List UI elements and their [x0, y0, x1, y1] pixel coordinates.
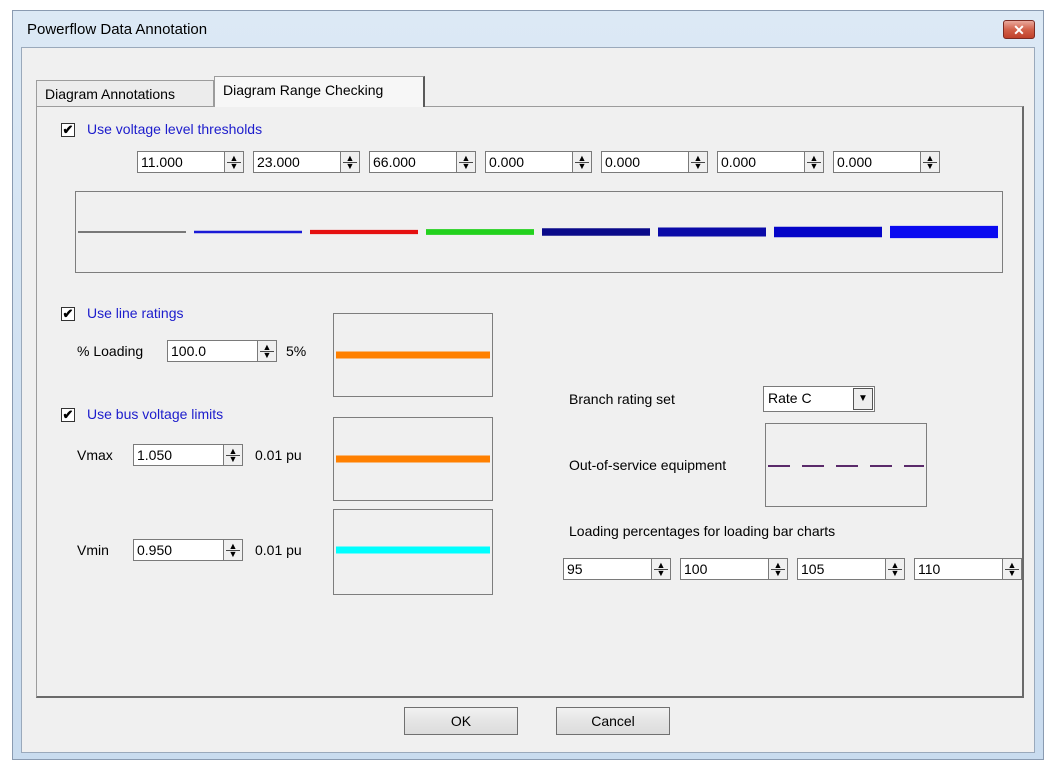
- spin-down-icon[interactable]: ▼: [260, 351, 274, 360]
- close-button[interactable]: ✕: [1003, 20, 1035, 39]
- line-rating-preview: [333, 313, 493, 397]
- voltage-threshold-4[interactable]: 0.000 ▲ ▼: [485, 151, 592, 173]
- voltage-threshold-7[interactable]: 0.000 ▲ ▼: [833, 151, 940, 173]
- spin-down-icon[interactable]: ▼: [888, 569, 902, 578]
- voltage-threshold-7-input[interactable]: 0.000: [833, 151, 920, 173]
- loading-pct-4-input[interactable]: 110: [914, 558, 1002, 580]
- vmax-preview: [333, 417, 493, 501]
- spin-down-icon[interactable]: ▼: [226, 455, 240, 464]
- loading-pct-2[interactable]: 100 ▲ ▼: [680, 558, 788, 580]
- spin-down-icon[interactable]: ▼: [807, 162, 821, 171]
- loading-input[interactable]: 100.0: [167, 340, 257, 362]
- vmin-input[interactable]: 0.950: [133, 539, 223, 561]
- loading-pct-3-spin-buttons[interactable]: ▲ ▼: [885, 558, 905, 580]
- loading-pct-1[interactable]: 95 ▲ ▼: [563, 558, 671, 580]
- branch-rating-set-label: Branch rating set: [569, 391, 675, 407]
- voltage-threshold-1[interactable]: 11.000 ▲ ▼: [137, 151, 244, 173]
- branch-rating-set-value: Rate C: [768, 390, 812, 406]
- out-of-service-preview: [765, 423, 927, 507]
- spin-down-icon[interactable]: ▼: [459, 162, 473, 171]
- voltage-threshold-3-spin-buttons[interactable]: ▲ ▼: [456, 151, 476, 173]
- loading-label: % Loading: [77, 343, 144, 359]
- voltage-threshold-4-input[interactable]: 0.000: [485, 151, 572, 173]
- vmax-step-label: 0.01 pu: [255, 447, 302, 463]
- ok-button[interactable]: OK: [404, 707, 518, 735]
- spin-down-icon[interactable]: ▼: [226, 550, 240, 559]
- spin-down-icon[interactable]: ▼: [575, 162, 589, 171]
- voltage-threshold-5[interactable]: 0.000 ▲ ▼: [601, 151, 708, 173]
- voltage-threshold-6-input[interactable]: 0.000: [717, 151, 804, 173]
- loading-pct-1-spin-buttons[interactable]: ▲ ▼: [651, 558, 671, 580]
- voltage-threshold-4-spin-buttons[interactable]: ▲ ▼: [572, 151, 592, 173]
- tab-diagram-range-checking[interactable]: Diagram Range Checking: [214, 76, 425, 107]
- spin-down-icon[interactable]: ▼: [227, 162, 241, 171]
- voltage-level-lines: [78, 225, 998, 239]
- chevron-down-icon[interactable]: ▼: [853, 388, 873, 410]
- voltage-thresholds-label[interactable]: Use voltage level thresholds: [87, 121, 262, 137]
- vmax-spin-buttons[interactable]: ▲ ▼: [223, 444, 243, 466]
- loading-pct-2-spin-buttons[interactable]: ▲ ▼: [768, 558, 788, 580]
- vmin-preview: [333, 509, 493, 595]
- cancel-button[interactable]: Cancel: [556, 707, 670, 735]
- loading-pct-3[interactable]: 105 ▲ ▼: [797, 558, 905, 580]
- vmax-input[interactable]: 1.050: [133, 444, 223, 466]
- bus-voltage-label[interactable]: Use bus voltage limits: [87, 406, 223, 422]
- out-of-service-label: Out-of-service equipment: [569, 457, 727, 473]
- dialog-window: Powerflow Data Annotation ✕ Diagram Anno…: [12, 10, 1044, 760]
- line-ratings-checkbox[interactable]: ✔: [61, 307, 75, 321]
- vmin-label: Vmin: [77, 542, 109, 558]
- voltage-threshold-5-input[interactable]: 0.000: [601, 151, 688, 173]
- spin-down-icon[interactable]: ▼: [343, 162, 357, 171]
- tab-diagram-annotations[interactable]: Diagram Annotations: [36, 80, 214, 106]
- voltage-threshold-2-input[interactable]: 23.000: [253, 151, 340, 173]
- loading-pct-3-input[interactable]: 105: [797, 558, 885, 580]
- loading-spinner[interactable]: 100.0 ▲ ▼: [167, 340, 277, 362]
- window-title: Powerflow Data Annotation: [27, 21, 208, 38]
- voltage-threshold-2-spin-buttons[interactable]: ▲ ▼: [340, 151, 360, 173]
- loading-pct-4[interactable]: 110 ▲ ▼: [914, 558, 1022, 580]
- voltage-level-preview: [75, 191, 1003, 273]
- spin-down-icon[interactable]: ▼: [923, 162, 937, 171]
- bus-voltage-checkbox[interactable]: ✔: [61, 408, 75, 422]
- vmin-spinner[interactable]: 0.950 ▲ ▼: [133, 539, 243, 561]
- voltage-threshold-3-input[interactable]: 66.000: [369, 151, 456, 173]
- voltage-thresholds-checkbox[interactable]: ✔: [61, 123, 75, 137]
- title-bar[interactable]: Powerflow Data Annotation ✕: [13, 11, 1043, 47]
- loading-spin-buttons[interactable]: ▲ ▼: [257, 340, 277, 362]
- loading-pct-4-spin-buttons[interactable]: ▲ ▼: [1002, 558, 1022, 580]
- voltage-threshold-7-spin-buttons[interactable]: ▲ ▼: [920, 151, 940, 173]
- loading-step-label: 5%: [286, 343, 307, 359]
- voltage-threshold-3[interactable]: 66.000 ▲ ▼: [369, 151, 476, 173]
- spin-down-icon[interactable]: ▼: [691, 162, 705, 171]
- spin-down-icon[interactable]: ▼: [654, 569, 668, 578]
- voltage-threshold-6[interactable]: 0.000 ▲ ▼: [717, 151, 824, 173]
- voltage-threshold-1-input[interactable]: 11.000: [137, 151, 224, 173]
- line-ratings-label[interactable]: Use line ratings: [87, 305, 184, 321]
- loading-percentages-label: Loading percentages for loading bar char…: [569, 523, 836, 539]
- vmax-spinner[interactable]: 1.050 ▲ ▼: [133, 444, 243, 466]
- voltage-threshold-2[interactable]: 23.000 ▲ ▼: [253, 151, 360, 173]
- voltage-threshold-1-spin-buttons[interactable]: ▲ ▼: [224, 151, 244, 173]
- dialog-client-area: Diagram Annotations Diagram Range Checki…: [21, 47, 1035, 753]
- voltage-threshold-6-spin-buttons[interactable]: ▲ ▼: [804, 151, 824, 173]
- tab-panel-range-checking: ✔ Use voltage level thresholds 11.000 ▲ ▼ 2…: [36, 106, 1024, 698]
- spin-down-icon[interactable]: ▼: [1005, 569, 1019, 578]
- vmax-label: Vmax: [77, 447, 113, 463]
- spin-down-icon[interactable]: ▼: [771, 569, 785, 578]
- vmin-spin-buttons[interactable]: ▲ ▼: [223, 539, 243, 561]
- voltage-threshold-5-spin-buttons[interactable]: ▲ ▼: [688, 151, 708, 173]
- vmin-step-label: 0.01 pu: [255, 542, 302, 558]
- loading-pct-2-input[interactable]: 100: [680, 558, 768, 580]
- loading-pct-1-input[interactable]: 95: [563, 558, 651, 580]
- branch-rating-set-select[interactable]: Rate C ▼: [763, 386, 875, 412]
